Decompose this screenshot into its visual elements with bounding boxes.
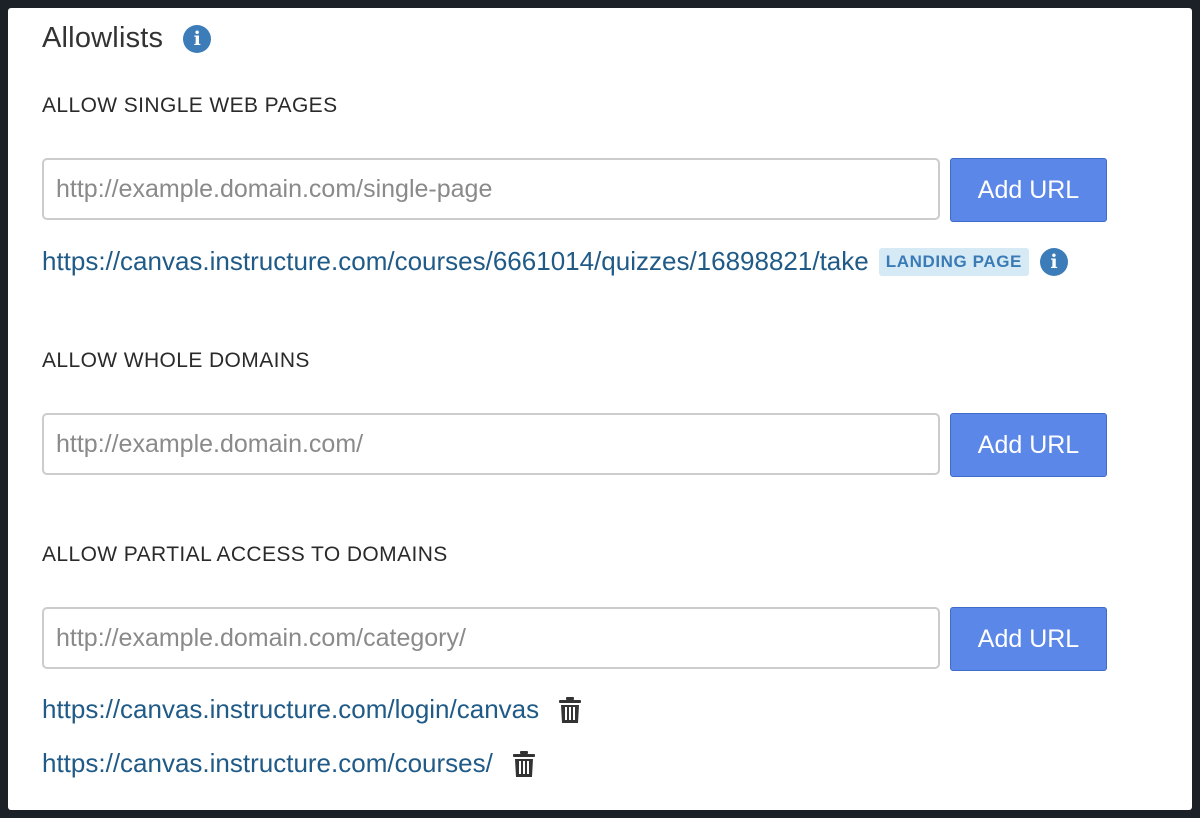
whole-domain-url-input[interactable] <box>42 413 940 475</box>
add-partial-access-button[interactable]: Add URL <box>950 607 1107 671</box>
trash-icon[interactable] <box>512 750 535 777</box>
add-whole-domain-button[interactable]: Add URL <box>950 413 1107 477</box>
allowlist-entry-link[interactable]: https://canvas.instructure.com/login/can… <box>42 694 539 725</box>
allowlists-panel: Allowlists i ALLOW SINGLE WEB PAGES Add … <box>8 8 1192 810</box>
info-icon[interactable]: i <box>1040 247 1068 276</box>
add-single-page-button[interactable]: Add URL <box>950 158 1107 222</box>
list-item: https://canvas.instructure.com/courses/ <box>42 748 535 779</box>
list-item: https://canvas.instructure.com/login/can… <box>42 694 582 725</box>
trash-icon[interactable] <box>559 696 582 723</box>
allowlists-header: Allowlists i <box>42 22 212 55</box>
allowlist-entry-link[interactable]: https://canvas.instructure.com/courses/ <box>42 748 493 779</box>
page-title: Allowlists <box>42 22 164 54</box>
section-label-whole-domains: ALLOW WHOLE DOMAINS <box>42 349 310 372</box>
info-icon[interactable]: i <box>183 24 212 53</box>
allowlist-entry-link[interactable]: https://canvas.instructure.com/courses/6… <box>42 246 869 277</box>
list-item: https://canvas.instructure.com/courses/6… <box>42 246 1068 277</box>
section-label-partial-access: ALLOW PARTIAL ACCESS TO DOMAINS <box>42 543 448 566</box>
partial-access-url-input[interactable] <box>42 607 940 669</box>
section-label-single-pages: ALLOW SINGLE WEB PAGES <box>42 94 338 117</box>
single-page-url-input[interactable] <box>42 158 940 220</box>
landing-page-badge: LANDING PAGE <box>878 247 1029 276</box>
